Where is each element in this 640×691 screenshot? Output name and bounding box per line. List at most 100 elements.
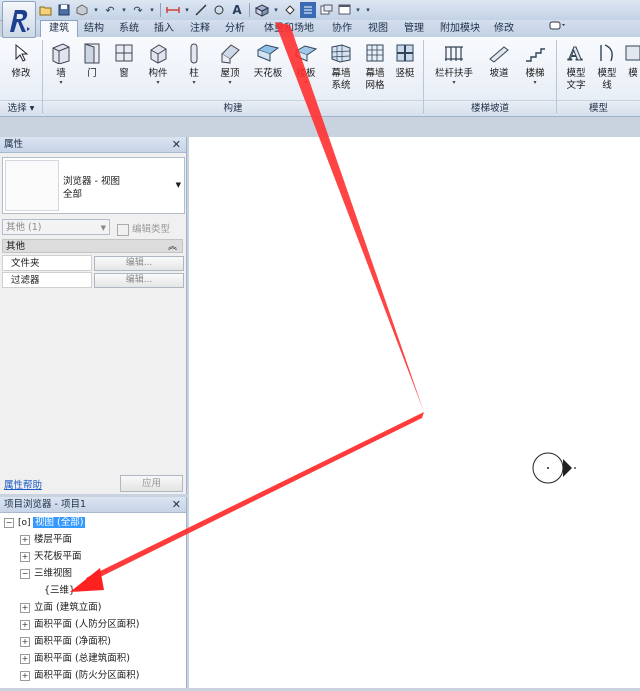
floor-button[interactable]: 楼板 ▾ (292, 39, 320, 99)
customize-icon[interactable]: ▾ (364, 2, 372, 18)
chevron-down-icon[interactable]: ▾ (304, 80, 307, 86)
roof-button[interactable]: 屋顶 ▾ (216, 39, 244, 99)
stair-button[interactable]: 楼梯 ▾ (520, 39, 550, 99)
instance-filter-dropdown[interactable]: 其他 (1) ▼ (2, 219, 110, 235)
property-group-header[interactable]: 其他 ︽ (2, 239, 183, 253)
ramp-button[interactable]: 坡道 (486, 39, 512, 99)
close-hidden-icon[interactable] (318, 2, 334, 18)
tab-addins[interactable]: 附加模块 (436, 21, 484, 37)
chevron-down-icon[interactable]: ▾ (183, 2, 191, 18)
drawing-area[interactable] (189, 137, 640, 688)
section-icon[interactable] (282, 2, 298, 18)
sync-icon[interactable] (74, 2, 90, 18)
model-line-button[interactable]: 模型线 (594, 39, 620, 99)
expand-icon[interactable]: + (20, 551, 30, 562)
tree-item-area-gross[interactable]: + 面积平面 (总建筑面积) (20, 651, 130, 667)
chevron-down-icon[interactable]: ▾ (148, 2, 156, 18)
chevron-down-icon[interactable]: ▾ (120, 2, 128, 18)
tag-icon[interactable] (211, 2, 227, 18)
save-icon[interactable] (56, 2, 72, 18)
chevron-down-icon[interactable]: ▾ (533, 80, 536, 86)
chevron-down-icon[interactable]: ▾ (59, 80, 62, 86)
wall-button[interactable]: 墙 ▾ (48, 39, 74, 99)
tree-item-area-net[interactable]: + 面积平面 (净面积) (20, 634, 111, 650)
properties-help-link[interactable]: 属性帮助 (4, 477, 42, 491)
chevron-down-icon[interactable]: ▾ (228, 80, 231, 86)
door-button[interactable]: 门 (80, 39, 104, 99)
dimension-icon[interactable] (193, 2, 209, 18)
ceiling-button[interactable]: 天花板 (250, 39, 286, 99)
undo-icon[interactable]: ↶ (102, 2, 118, 18)
thin-lines-icon[interactable] (300, 2, 316, 18)
tab-architecture[interactable]: 建筑 (40, 20, 78, 38)
ribbon-display-toggle[interactable] (546, 21, 570, 37)
tree-item-area-fire[interactable]: + 面积平面 (防火分区面积) (20, 668, 139, 684)
open-icon[interactable] (38, 2, 54, 18)
view-marker[interactable] (189, 137, 640, 688)
mullion-button[interactable]: 竖梃 (392, 39, 418, 99)
3d-view-icon[interactable] (254, 2, 270, 18)
switch-windows-icon[interactable] (336, 2, 352, 18)
tab-view[interactable]: 视图 (363, 21, 393, 37)
chevron-down-icon[interactable]: ▾ (272, 2, 280, 18)
redo-icon[interactable]: ↷ (130, 2, 146, 18)
tab-structure[interactable]: 结构 (79, 21, 109, 37)
railing-button[interactable]: 栏杆扶手 ▾ (432, 39, 476, 99)
expand-icon[interactable]: + (20, 670, 30, 681)
chevron-down-icon[interactable]: ▼ (176, 181, 181, 189)
edit-type-button[interactable]: 编辑类型 (117, 221, 170, 236)
chevron-down-icon[interactable]: ▾ (156, 80, 159, 86)
component-button[interactable]: 构件 ▾ (143, 39, 173, 99)
model-group-button[interactable]: 模 (624, 39, 640, 99)
tab-annotate[interactable]: 注释 (185, 21, 215, 37)
curtain-grid-button[interactable]: 幕墙 网格 (360, 39, 390, 99)
filter-edit-button[interactable]: 编辑... (94, 273, 184, 288)
close-icon[interactable]: ✕ (172, 497, 181, 512)
tab-insert[interactable]: 插入 (149, 21, 179, 37)
tree-item-area-civil-defense[interactable]: + 面积平面 (人防分区面积) (20, 617, 139, 633)
chevron-down-icon[interactable]: ▾ (452, 80, 455, 86)
tab-systems[interactable]: 系统 (114, 21, 144, 37)
component-icon (146, 41, 170, 65)
tree-item-3d-default[interactable]: {三维} (44, 583, 75, 599)
tab-analyze[interactable]: 分析 (220, 21, 250, 37)
model-text-button[interactable]: A 模型 文字 (562, 39, 590, 99)
measure-icon[interactable] (165, 2, 181, 18)
type-selector[interactable]: 浏览器 - 视图 全部 ▼ (2, 157, 185, 214)
tree-item-3d-views[interactable]: − 三维视图 (20, 566, 72, 582)
tree-root[interactable]: − [o] 视图 (全部) (4, 515, 86, 531)
expand-icon[interactable]: + (20, 653, 30, 664)
chevron-down-icon[interactable]: ▾ (92, 2, 100, 18)
tree-item-floor-plans[interactable]: + 楼层平面 (20, 532, 72, 548)
expand-icon[interactable]: + (20, 619, 30, 630)
tab-massing-site[interactable]: 体量和场地 (256, 21, 322, 37)
tree-item-elevations[interactable]: + 立面 (建筑立面) (20, 600, 101, 616)
window-button[interactable]: 窗 (112, 39, 136, 99)
tab-collaborate[interactable]: 协作 (327, 21, 357, 37)
collapse-icon[interactable]: − (20, 568, 30, 579)
expand-icon[interactable]: + (20, 534, 30, 545)
text-icon[interactable]: A (229, 2, 245, 18)
chevron-down-icon[interactable]: ▾ (354, 2, 362, 18)
column-button[interactable]: 柱 ▾ (182, 39, 206, 99)
elevation-arrow-icon[interactable] (563, 459, 572, 477)
collapse-icon[interactable]: ︽ (168, 240, 177, 254)
tab-manage[interactable]: 管理 (399, 21, 429, 37)
tab-modify[interactable]: 修改 (489, 21, 519, 37)
panel-select[interactable]: 选择 ▾ (0, 100, 42, 116)
ribbon-tabs: 建筑 结构 系统 插入 注释 分析 体量和场地 协作 视图 管理 附加模块 修改 (36, 20, 640, 38)
expand-icon[interactable]: + (20, 636, 30, 647)
chevron-down-icon: ▼ (100, 224, 106, 232)
close-icon[interactable]: ✕ (172, 137, 181, 152)
modify-button[interactable]: 修改 (6, 39, 36, 99)
collapse-icon[interactable]: − (4, 517, 14, 528)
application-menu-button[interactable] (2, 1, 36, 38)
curtain-system-icon (329, 41, 353, 65)
folder-edit-button[interactable]: 编辑... (94, 256, 184, 271)
apply-button[interactable]: 应用 (120, 475, 183, 492)
property-group-label: 其他 (6, 241, 26, 252)
tree-item-ceiling-plans[interactable]: + 天花板平面 (20, 549, 82, 565)
chevron-down-icon[interactable]: ▾ (192, 80, 195, 86)
expand-icon[interactable]: + (20, 602, 30, 613)
curtain-system-button[interactable]: 幕墙 系统 (326, 39, 356, 99)
